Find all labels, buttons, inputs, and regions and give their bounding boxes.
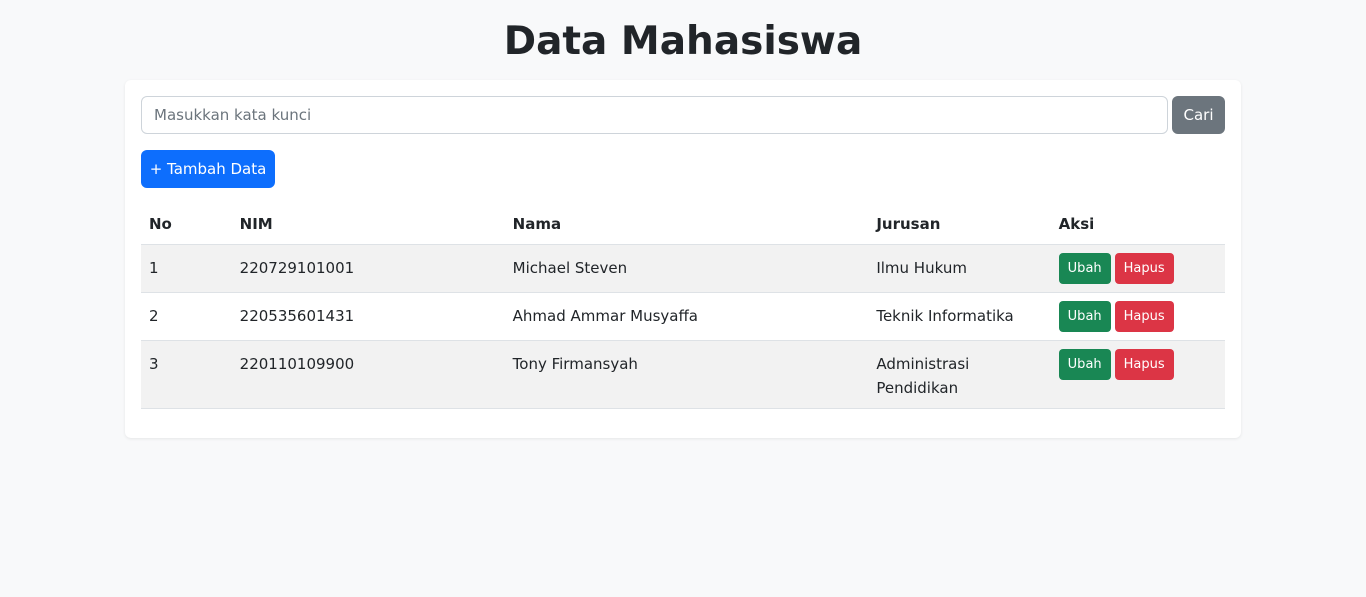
main-card: Cari + Tambah Data No NIM Nama Jurusan A… bbox=[125, 80, 1241, 438]
header-jurusan: Jurusan bbox=[868, 204, 1051, 245]
cell-nim: 220110109900 bbox=[231, 340, 505, 409]
cell-jurusan: Teknik Informatika bbox=[868, 292, 1051, 341]
delete-button[interactable]: Hapus bbox=[1114, 253, 1174, 284]
cell-no: 2 bbox=[141, 292, 232, 341]
page-title: Data Mahasiswa bbox=[503, 19, 863, 64]
search-button[interactable]: Cari bbox=[1172, 96, 1225, 134]
header-nama: Nama bbox=[504, 204, 869, 245]
cell-jurusan: Ilmu Hukum bbox=[868, 244, 1051, 293]
header-no: No bbox=[141, 204, 232, 245]
cell-no: 1 bbox=[141, 244, 232, 293]
header-nim: NIM bbox=[231, 204, 505, 245]
table-header-row: No NIM Nama Jurusan Aksi bbox=[141, 204, 1225, 245]
edit-button[interactable]: Ubah bbox=[1058, 253, 1111, 284]
cell-nama: Tony Firmansyah bbox=[504, 340, 869, 409]
jurusan-text: Administrasi Pendidikan bbox=[876, 355, 970, 397]
edit-button[interactable]: Ubah bbox=[1058, 301, 1111, 332]
delete-button[interactable]: Hapus bbox=[1114, 349, 1174, 380]
search-input[interactable] bbox=[141, 96, 1168, 134]
header-aksi: Aksi bbox=[1050, 204, 1225, 245]
cell-nama: Michael Steven bbox=[504, 244, 869, 293]
jurusan-text: Ilmu Hukum bbox=[876, 259, 967, 277]
cell-nim: 220535601431 bbox=[231, 292, 505, 341]
cell-aksi: Ubah Hapus bbox=[1050, 340, 1225, 409]
table-row: 2 220535601431 Ahmad Ammar Musyaffa Tekn… bbox=[141, 292, 1225, 341]
cell-nim: 220729101001 bbox=[231, 244, 505, 293]
cell-no: 3 bbox=[141, 340, 232, 409]
add-data-button[interactable]: + Tambah Data bbox=[141, 150, 275, 188]
edit-button[interactable]: Ubah bbox=[1058, 349, 1111, 380]
table-row: 1 220729101001 Michael Steven Ilmu Hukum… bbox=[141, 244, 1225, 293]
table-row: 3 220110109900 Tony Firmansyah Administr… bbox=[141, 340, 1225, 409]
cell-aksi: Ubah Hapus bbox=[1050, 292, 1225, 341]
cell-aksi: Ubah Hapus bbox=[1050, 244, 1225, 293]
cell-nama: Ahmad Ammar Musyaffa bbox=[504, 292, 869, 341]
delete-button[interactable]: Hapus bbox=[1114, 301, 1174, 332]
jurusan-text: Teknik Informatika bbox=[876, 307, 1014, 325]
cell-jurusan: Administrasi Pendidikan bbox=[868, 340, 1051, 409]
student-table: No NIM Nama Jurusan Aksi 1 220729101001 … bbox=[141, 204, 1225, 409]
